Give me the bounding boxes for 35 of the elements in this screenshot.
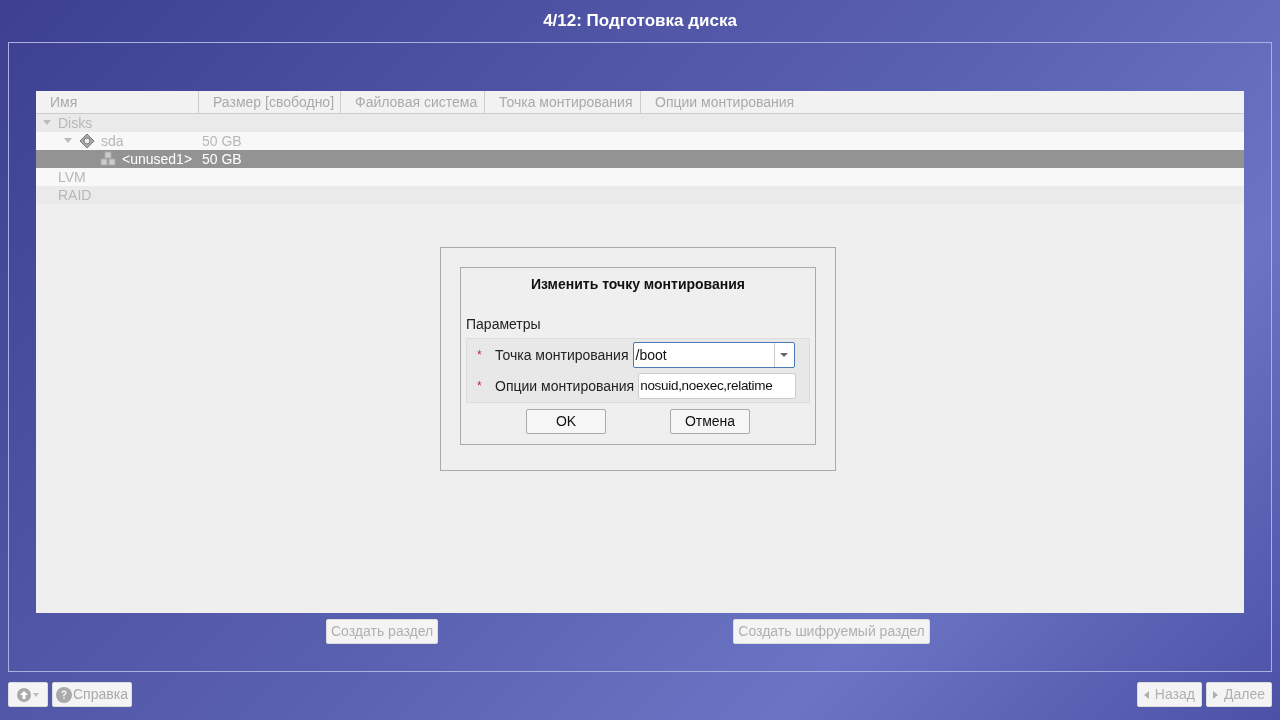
column-header[interactable]: Опции монтирования bbox=[640, 91, 1244, 113]
up-arrow-icon bbox=[17, 687, 31, 702]
dialog-button[interactable]: OK bbox=[526, 409, 606, 434]
column-header[interactable]: Имя bbox=[36, 91, 198, 113]
row-name: sda bbox=[101, 131, 124, 151]
size-cell: 50 GB bbox=[202, 133, 242, 149]
upload-menu-button[interactable] bbox=[8, 682, 48, 707]
required-mark: * bbox=[476, 378, 483, 395]
dialog-title: Изменить точку монтирования bbox=[530, 275, 746, 294]
section-label: Параметры bbox=[466, 315, 542, 334]
tree-row[interactable]: sda 50 GB bbox=[36, 132, 1244, 150]
tree-row[interactable]: <unused1> 50 GB bbox=[36, 150, 1244, 168]
help-icon bbox=[56, 686, 72, 703]
column-header[interactable]: Точка монтирования bbox=[484, 91, 640, 113]
tree-row[interactable]: LVM bbox=[36, 168, 1244, 186]
field-label: Точка монтирования bbox=[495, 345, 629, 365]
row-name: LVM bbox=[58, 167, 86, 187]
help-button[interactable]: Справка bbox=[52, 682, 132, 707]
column-header[interactable]: Размер [свободно] bbox=[198, 91, 340, 113]
cubes-icon bbox=[100, 151, 116, 167]
mount-point-combo[interactable]: /boot bbox=[632, 342, 795, 368]
required-mark: * bbox=[476, 347, 483, 364]
chevron-left-icon bbox=[1143, 690, 1149, 699]
row-name: <unused1> bbox=[122, 149, 193, 169]
expander-icon[interactable] bbox=[64, 138, 72, 144]
chevron-right-icon bbox=[1213, 690, 1218, 699]
caret-icon bbox=[33, 692, 39, 697]
expander-icon[interactable] bbox=[43, 120, 51, 126]
page-title: 4/12: Подготовка диска bbox=[543, 10, 737, 33]
mount-options-field[interactable]: nosuid,noexec,relatime bbox=[638, 373, 797, 399]
size-cell: 50 GB bbox=[202, 151, 242, 167]
dialog-button[interactable]: Отмена bbox=[670, 409, 750, 434]
column-header[interactable]: Файловая система bbox=[340, 91, 484, 113]
field-label: Опции монтирования bbox=[495, 376, 635, 396]
caret-icon[interactable] bbox=[780, 353, 788, 357]
